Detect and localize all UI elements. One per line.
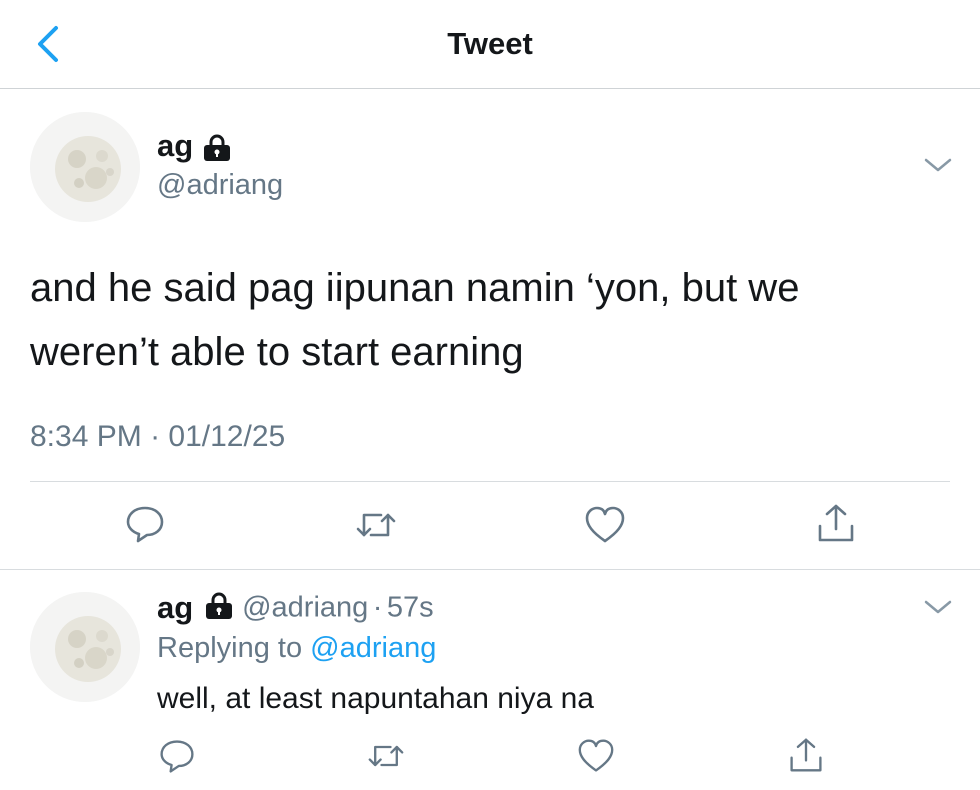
reply-icon (126, 506, 164, 543)
top-bar: Tweet (0, 0, 980, 89)
like-button[interactable] (584, 505, 626, 550)
reply-avatar[interactable] (30, 592, 140, 702)
reply-age[interactable]: 57s (387, 592, 434, 624)
timestamp-separator: · (150, 420, 161, 453)
divider (30, 481, 950, 482)
share-icon (790, 738, 822, 772)
display-name[interactable]: ag (157, 128, 193, 164)
reply-reply-button[interactable] (158, 737, 196, 780)
tweet-date: 01/12/25 (168, 420, 286, 453)
reply-icon (160, 740, 194, 773)
retweet-button[interactable] (354, 505, 398, 550)
reply-header: ag @adriang · 57s (157, 590, 434, 626)
reply-share-button[interactable] (788, 736, 824, 779)
reply-separator: · (372, 591, 383, 624)
lock-icon (204, 592, 234, 625)
chevron-down-icon (924, 600, 952, 614)
retweet-icon (356, 513, 396, 537)
replying-to-label: Replying to (157, 632, 303, 664)
share-icon (818, 504, 854, 542)
reply-button[interactable] (124, 503, 166, 550)
divider (0, 569, 980, 570)
handle[interactable]: @adriang (157, 169, 283, 202)
tweet-options-button[interactable] (922, 152, 954, 183)
tweet-time: 8:34 PM (30, 420, 142, 453)
moon-avatar-image (30, 112, 140, 222)
replying-to: Replying to @adriang (157, 632, 436, 665)
tweet-text: and he said pag iipunan namin ‘yon, but … (30, 266, 800, 374)
reply-like-button[interactable] (577, 738, 615, 779)
reply-display-name[interactable]: ag (157, 590, 193, 625)
heart-icon (578, 739, 614, 772)
heart-icon (585, 506, 625, 543)
reply-handle[interactable]: @adriang (242, 592, 368, 624)
retweet-icon (368, 745, 404, 767)
avatar[interactable] (30, 112, 140, 222)
chevron-down-icon (924, 158, 952, 172)
reply-retweet-button[interactable] (366, 738, 406, 779)
tweet-timestamp[interactable]: 8:34 PM · 01/12/25 (30, 420, 285, 454)
share-button[interactable] (816, 502, 856, 549)
moon-avatar-image (30, 592, 140, 702)
replying-to-link[interactable]: @adriang (310, 632, 436, 664)
page-title: Tweet (447, 26, 533, 61)
reply-text: well, at least napuntahan niya na (157, 682, 594, 715)
reply-options-button[interactable] (922, 594, 954, 625)
lock-icon (202, 134, 232, 167)
